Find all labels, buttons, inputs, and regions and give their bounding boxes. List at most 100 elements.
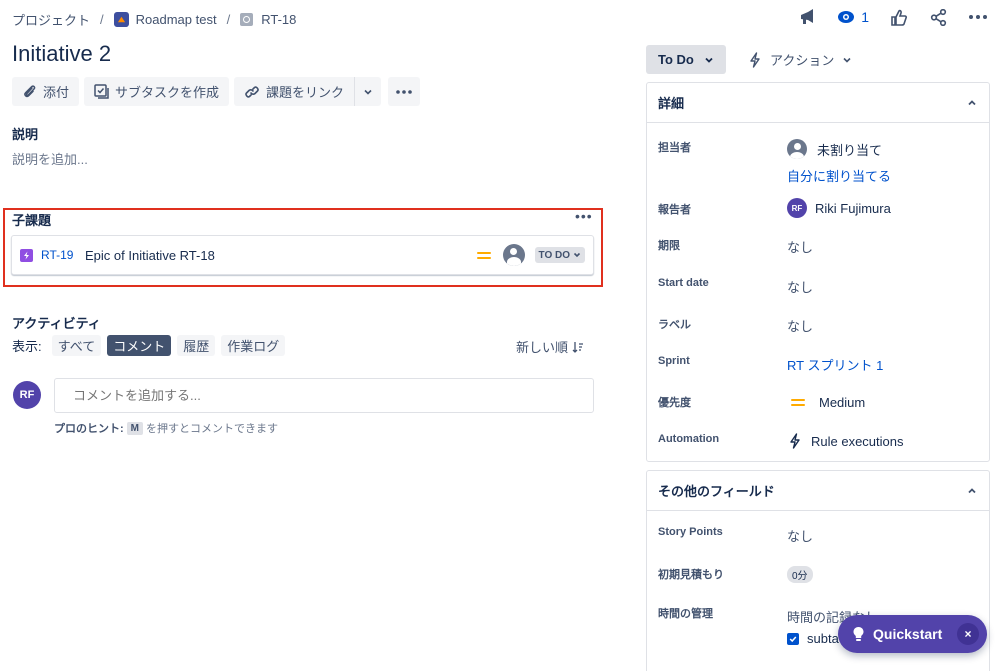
reporter-row: 報告者 RF Riki Fujimura (658, 198, 989, 218)
thumbs-up-icon[interactable] (887, 6, 909, 28)
child-issue-status-label: TO DO (538, 249, 570, 261)
child-issue-row[interactable]: RT-19 Epic of Initiative RT-18 TO DO (11, 235, 594, 275)
due-date-label: 期限 (658, 240, 680, 252)
child-issue-summary[interactable]: Epic of Initiative RT-18 (85, 248, 477, 263)
priority-value-label: Medium (819, 394, 866, 410)
automation-row: Automation Rule executions (658, 433, 989, 449)
estimate-value[interactable]: 0分 (787, 566, 813, 583)
sprint-label: Sprint (658, 355, 690, 367)
labels-value[interactable]: なし (787, 316, 813, 335)
quickstart-label: Quickstart (873, 626, 943, 642)
epic-icon (20, 248, 33, 262)
lightning-icon (750, 51, 760, 68)
avatar: RF (13, 381, 41, 409)
sort-descending-icon (572, 341, 584, 353)
start-date-row: Start date なし (658, 277, 989, 296)
priority-value[interactable]: Medium (787, 394, 865, 410)
status-label: To Do (658, 52, 694, 67)
status-dropdown[interactable]: To Do (646, 45, 726, 74)
create-subtask-label: サブタスクを作成 (115, 85, 220, 100)
priority-medium-icon (791, 398, 805, 406)
story-points-row: Story Points なし (658, 526, 989, 545)
link-issue-button[interactable]: 課題をリンク (234, 77, 355, 106)
filter-history[interactable]: 履歴 (177, 335, 216, 356)
breadcrumb: プロジェクト / Roadmap test / RT-18 (12, 8, 296, 30)
filter-all[interactable]: すべて (51, 335, 102, 356)
link-issue-split: 課題をリンク (234, 77, 382, 106)
actions-label: アクション (770, 53, 835, 68)
assign-to-me-link[interactable]: 自分に割り当てる (787, 166, 891, 185)
activity-filters: 表示: すべて コメント 履歴 作業ログ (12, 335, 286, 356)
quickstart-button[interactable]: Quickstart × (838, 615, 987, 653)
chevron-down-icon (705, 57, 713, 63)
reporter-name: Riki Fujimura (815, 200, 891, 216)
link-issue-dropdown[interactable] (354, 77, 382, 106)
breadcrumb-project-label: Roadmap test (135, 11, 217, 27)
breadcrumb-projects[interactable]: プロジェクト (12, 10, 90, 29)
activity-title: アクティビティ (12, 316, 101, 331)
story-points-value[interactable]: なし (787, 526, 813, 545)
breadcrumb-project[interactable]: Roadmap test (113, 11, 217, 27)
chevron-down-icon (573, 252, 581, 258)
attach-button[interactable]: 添付 (12, 77, 80, 106)
chevron-down-icon (843, 57, 851, 63)
breadcrumb-separator: / (100, 11, 104, 27)
details-header[interactable]: 詳細 (647, 83, 989, 123)
estimate-label: 初期見積もり (658, 569, 724, 581)
pro-tip-key: M (126, 421, 144, 435)
lightbulb-icon (853, 627, 864, 641)
estimate-badge: 0分 (787, 566, 813, 583)
actions-dropdown[interactable]: アクション (740, 45, 860, 74)
more-icon[interactable] (967, 6, 989, 28)
child-issues-more-button[interactable]: ••• (575, 208, 593, 224)
story-points-label: Story Points (658, 526, 723, 538)
labels-row: ラベル なし (658, 316, 989, 335)
assignee-value[interactable]: 未割り当て (787, 139, 891, 159)
lightning-icon (790, 433, 800, 449)
child-issue-status[interactable]: TO DO (534, 247, 585, 263)
assignee-label: 担当者 (658, 142, 691, 154)
reporter-label: 報告者 (658, 204, 691, 216)
share-icon[interactable] (927, 6, 949, 28)
create-subtask-button[interactable]: サブタスクを作成 (84, 77, 230, 106)
due-date-row: 期限 なし (658, 237, 989, 256)
sprint-value[interactable]: RT スプリント 1 (787, 355, 883, 374)
eye-icon (838, 11, 855, 23)
link-issue-label: 課題をリンク (266, 85, 345, 100)
megaphone-icon[interactable] (797, 6, 819, 28)
unassigned-avatar[interactable] (502, 244, 525, 266)
automation-value[interactable]: Rule executions (787, 433, 904, 449)
other-fields-title: その他のフィールド (658, 484, 775, 499)
reporter-value[interactable]: RF Riki Fujimura (787, 198, 891, 218)
close-icon[interactable]: × (957, 623, 979, 645)
breadcrumb-issue-key: RT-18 (261, 11, 297, 27)
description-placeholder[interactable]: 説明を追加... (12, 149, 88, 168)
assignee-value-label: 未割り当て (817, 142, 883, 158)
other-fields-header[interactable]: その他のフィールド (647, 471, 989, 511)
chevron-up-icon (968, 99, 976, 105)
watch-count: 1 (861, 9, 869, 25)
unassigned-avatar (787, 139, 807, 159)
child-issue-key[interactable]: RT-19 (41, 248, 77, 262)
sort-button[interactable]: 新しい順 (516, 337, 584, 356)
due-date-value[interactable]: なし (787, 237, 813, 256)
filter-comments[interactable]: コメント (107, 335, 172, 356)
watch-button[interactable]: 1 (837, 9, 869, 25)
issue-title[interactable]: Initiative 2 (12, 41, 111, 67)
pro-tip-label: プロのヒント: (54, 423, 124, 435)
start-date-value[interactable]: なし (787, 277, 813, 296)
chevron-down-icon (364, 89, 372, 95)
priority-label: 優先度 (658, 397, 691, 409)
sort-label: 新しい順 (516, 340, 569, 355)
checkbox[interactable] (787, 632, 799, 645)
project-icon (113, 11, 129, 27)
link-icon (245, 85, 259, 98)
breadcrumb-issue[interactable]: RT-18 (240, 12, 296, 27)
assignee-row: 担当者 未割り当て 自分に割り当てる (658, 139, 989, 185)
activity-show-label: 表示: (12, 339, 42, 354)
filter-worklog[interactable]: 作業ログ (221, 335, 286, 356)
priority-medium-icon (476, 251, 491, 259)
comment-input[interactable] (54, 378, 594, 413)
start-date-label: Start date (658, 277, 709, 289)
more-actions-button[interactable] (388, 77, 421, 106)
